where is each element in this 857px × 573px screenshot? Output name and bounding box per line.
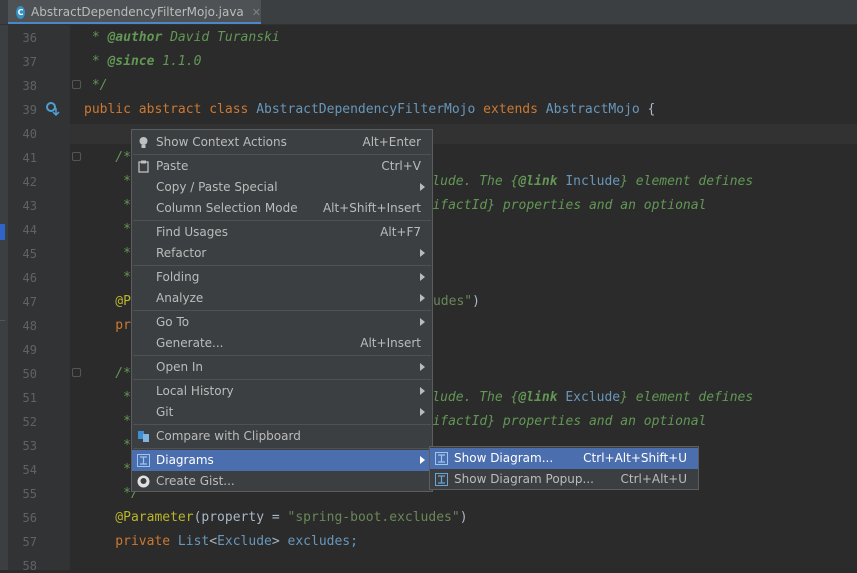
menu-item-show-diagram[interactable]: Show Diagram... Ctrl+Alt+Shift+U bbox=[430, 448, 698, 469]
menu-item-git[interactable]: Git bbox=[132, 402, 432, 423]
menu-separator bbox=[133, 379, 431, 380]
editor-context-menu: Show Context Actions Alt+Enter Paste Ctr… bbox=[131, 129, 433, 492]
compare-icon bbox=[137, 430, 150, 443]
menu-item-refactor[interactable]: Refactor bbox=[132, 243, 432, 264]
code-line[interactable]: * @since 1.1.0 bbox=[84, 53, 202, 71]
menu-item-local-history[interactable]: Local History bbox=[132, 381, 432, 402]
menu-item-show-context-actions[interactable]: Show Context Actions Alt+Enter bbox=[132, 132, 432, 153]
submenu-arrow-icon bbox=[420, 273, 425, 281]
line-number: 43 bbox=[22, 199, 37, 213]
close-tab-icon[interactable]: ✕ bbox=[252, 6, 261, 19]
editor-tab-bar: C AbstractDependencyFilterMojo.java ✕ bbox=[0, 0, 857, 25]
submenu-arrow-icon bbox=[420, 456, 425, 464]
lightbulb-icon bbox=[137, 136, 150, 149]
menu-separator bbox=[133, 310, 431, 311]
left-tool-divider bbox=[0, 320, 5, 321]
menu-separator bbox=[133, 448, 431, 449]
submenu-arrow-icon bbox=[420, 408, 425, 416]
menu-separator bbox=[133, 220, 431, 221]
menu-separator bbox=[133, 355, 431, 356]
left-tool-marker[interactable] bbox=[0, 224, 5, 240]
line-number: 53 bbox=[22, 439, 37, 453]
line-number: 54 bbox=[22, 463, 37, 477]
line-number: 45 bbox=[22, 247, 37, 261]
diagram-icon bbox=[435, 452, 448, 465]
paste-icon bbox=[137, 160, 150, 173]
line-number: 55 bbox=[22, 487, 37, 501]
code-line[interactable]: /* bbox=[84, 365, 131, 383]
menu-separator bbox=[133, 154, 431, 155]
submenu-arrow-icon bbox=[420, 363, 425, 371]
menu-item-copy-paste-special[interactable]: Copy / Paste Special bbox=[132, 177, 432, 198]
submenu-arrow-icon bbox=[420, 183, 425, 191]
line-number: 50 bbox=[22, 367, 37, 381]
menu-item-open-in[interactable]: Open In bbox=[132, 357, 432, 378]
code-line[interactable]: pr bbox=[84, 317, 131, 335]
menu-item-analyze[interactable]: Analyze bbox=[132, 288, 432, 309]
code-line[interactable]: public abstract class AbstractDependency… bbox=[84, 101, 655, 119]
code-line[interactable]: * bbox=[84, 269, 131, 287]
code-line[interactable]: * bbox=[84, 245, 131, 263]
fold-marker-icon[interactable] bbox=[72, 152, 81, 161]
menu-item-column-selection-mode[interactable]: Column Selection Mode Alt+Shift+Insert bbox=[132, 198, 432, 219]
line-number: 37 bbox=[22, 55, 37, 69]
code-line[interactable]: * @author David Turanski bbox=[84, 29, 280, 47]
line-number: 46 bbox=[22, 271, 37, 285]
github-icon bbox=[137, 475, 150, 488]
menu-item-create-gist[interactable]: Create Gist... bbox=[132, 471, 432, 492]
line-number: 36 bbox=[22, 31, 37, 45]
line-number: 56 bbox=[22, 511, 37, 525]
submenu-arrow-icon bbox=[420, 294, 425, 302]
line-number: 39 bbox=[22, 103, 37, 117]
menu-item-go-to[interactable]: Go To bbox=[132, 312, 432, 333]
submenu-arrow-icon bbox=[420, 387, 425, 395]
line-number: 49 bbox=[22, 343, 37, 357]
menu-separator bbox=[133, 424, 431, 425]
line-number: 41 bbox=[22, 151, 37, 165]
code-line[interactable]: */ bbox=[84, 77, 108, 95]
menu-item-folding[interactable]: Folding bbox=[132, 267, 432, 288]
fold-marker-icon[interactable] bbox=[72, 368, 81, 377]
line-number: 51 bbox=[22, 391, 37, 405]
editor-tab[interactable]: C AbstractDependencyFilterMojo.java ✕ bbox=[8, 0, 261, 24]
line-number: 42 bbox=[22, 175, 37, 189]
line-number: 40 bbox=[22, 127, 37, 141]
override-gutter-icon[interactable] bbox=[46, 102, 60, 119]
menu-item-show-diagram-popup[interactable]: Show Diagram Popup... Ctrl+Alt+U bbox=[430, 469, 698, 490]
code-line[interactable]: * bbox=[84, 221, 131, 239]
fold-marker-icon[interactable] bbox=[72, 80, 81, 89]
line-number: 58 bbox=[22, 559, 37, 573]
menu-item-find-usages[interactable]: Find Usages Alt+F7 bbox=[132, 222, 432, 243]
tab-filename: AbstractDependencyFilterMojo.java bbox=[31, 5, 244, 19]
code-line[interactable]: /* bbox=[84, 149, 131, 167]
active-tab-indicator bbox=[8, 22, 261, 24]
diagrams-submenu: Show Diagram... Ctrl+Alt+Shift+U Show Di… bbox=[429, 446, 699, 490]
code-line[interactable]: * bbox=[84, 437, 131, 455]
diagram-icon bbox=[435, 473, 448, 486]
menu-item-diagrams[interactable]: Diagrams bbox=[132, 450, 432, 471]
line-number: 44 bbox=[22, 223, 37, 237]
code-line[interactable]: private List<Exclude> excludes; bbox=[84, 533, 358, 551]
submenu-arrow-icon bbox=[420, 249, 425, 257]
line-number: 47 bbox=[22, 295, 37, 309]
line-number: 48 bbox=[22, 319, 37, 333]
menu-item-generate[interactable]: Generate... Alt+Insert bbox=[132, 333, 432, 354]
line-number: 52 bbox=[22, 415, 37, 429]
menu-separator bbox=[133, 265, 431, 266]
code-line[interactable]: * bbox=[84, 461, 131, 479]
submenu-arrow-icon bbox=[420, 318, 425, 326]
java-class-icon: C bbox=[16, 5, 26, 19]
code-line[interactable]: @Parameter(property = "spring-boot.exclu… bbox=[84, 509, 467, 527]
line-number: 57 bbox=[22, 535, 37, 549]
menu-item-paste[interactable]: Paste Ctrl+V bbox=[132, 156, 432, 177]
diagram-icon bbox=[137, 454, 150, 467]
menu-item-compare-with-clipboard[interactable]: Compare with Clipboard bbox=[132, 426, 432, 447]
line-number: 38 bbox=[22, 79, 37, 93]
left-tool-strip bbox=[0, 25, 8, 570]
